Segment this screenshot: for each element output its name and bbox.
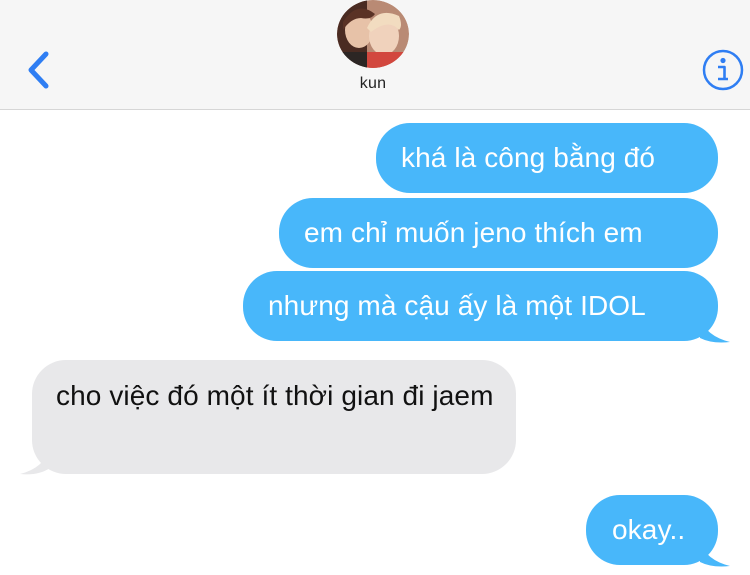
message-bubble-incoming[interactable]: cho việc đó một ít thời gian đi jaem	[32, 360, 516, 474]
message-text: khá là công bằng đó	[401, 142, 656, 173]
bubble-tail	[700, 318, 730, 343]
bubble-tail	[20, 448, 50, 475]
message-bubble-outgoing[interactable]: okay..	[586, 495, 718, 565]
info-circle-icon	[702, 49, 744, 91]
conversation-header: kun	[0, 0, 750, 110]
message-bubble-outgoing[interactable]: em chỉ muốn jeno thích em	[279, 198, 718, 268]
contact-name[interactable]: kun	[0, 75, 746, 93]
message-text: nhưng mà cậu ấy là một IDOL	[268, 290, 646, 321]
message-text: cho việc đó một ít thời gian đi jaem	[56, 380, 494, 411]
contact-photo	[337, 0, 409, 68]
message-text: em chỉ muốn jeno thích em	[304, 217, 643, 248]
bubble-tail	[700, 542, 730, 567]
message-text: okay..	[612, 514, 686, 545]
message-bubble-outgoing[interactable]: khá là công bằng đó	[376, 123, 718, 193]
avatar[interactable]	[337, 0, 409, 68]
info-button[interactable]	[701, 48, 745, 92]
message-bubble-outgoing[interactable]: nhưng mà cậu ấy là một IDOL	[243, 271, 718, 341]
